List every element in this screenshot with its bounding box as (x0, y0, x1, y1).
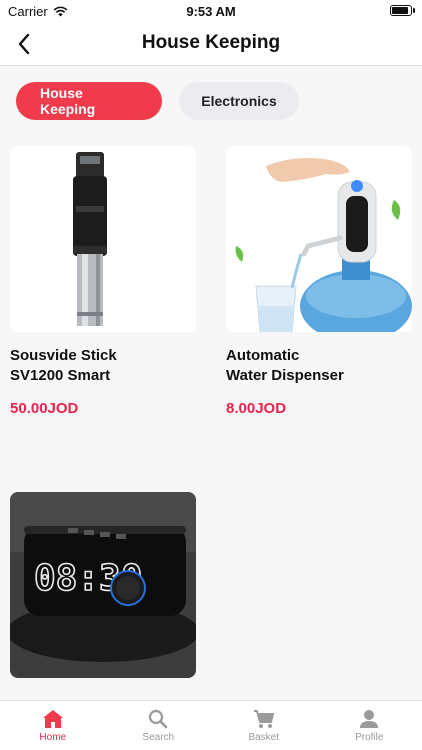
product-name: Automatic Water Dispenser (226, 347, 344, 384)
cart-icon (253, 710, 274, 728)
clock-speaker-image: 08:30 (10, 492, 196, 678)
product-card[interactable]: Automatic Water Dispenser 8.00JOD (226, 146, 412, 417)
tab-basket-label: Basket (248, 732, 280, 743)
product-image-sousvide[interactable] (10, 146, 196, 332)
category-tabs: House Keeping Electronics (16, 82, 299, 120)
nav-bar: House Keeping (0, 22, 422, 66)
status-time: 9:53 AM (186, 4, 236, 19)
search-icon (149, 709, 168, 729)
profile-icon (360, 710, 379, 728)
tab-home-label: Home (39, 732, 67, 743)
product-name: Sousvide Stick SV1200 Smart (10, 347, 117, 384)
product-price: 50.00JOD (10, 400, 79, 417)
tab-home[interactable]: Home (0, 701, 106, 750)
product-price: 8.00JOD (226, 400, 287, 417)
home-icon (42, 710, 63, 728)
tab-profile[interactable]: Profile (317, 701, 422, 750)
battery-level (392, 7, 408, 14)
product-card[interactable]: 08:30 (10, 492, 196, 692)
tab-profile-label: Profile (355, 732, 384, 743)
tab-electronics[interactable]: Electronics (179, 82, 299, 120)
tab-search-label: Search (142, 732, 175, 743)
product-card[interactable]: Sousvide Stick SV1200 Smart 50.00JOD (10, 146, 196, 417)
water-dispenser-image (226, 146, 412, 332)
tab-basket[interactable]: Basket (211, 701, 317, 750)
bottom-tab-bar: Home Search Basket Profile (0, 700, 422, 750)
battery-icon (390, 5, 415, 16)
product-image-clock[interactable]: 08:30 (10, 492, 196, 678)
product-image-dispenser[interactable] (226, 146, 412, 332)
tab-search[interactable]: Search (106, 701, 212, 750)
status-bar: Carrier 9:53 AM (0, 0, 422, 22)
page-title: House Keeping (141, 32, 281, 53)
tab-house-keeping[interactable]: House Keeping (16, 82, 162, 120)
sousvide-image (10, 146, 196, 332)
